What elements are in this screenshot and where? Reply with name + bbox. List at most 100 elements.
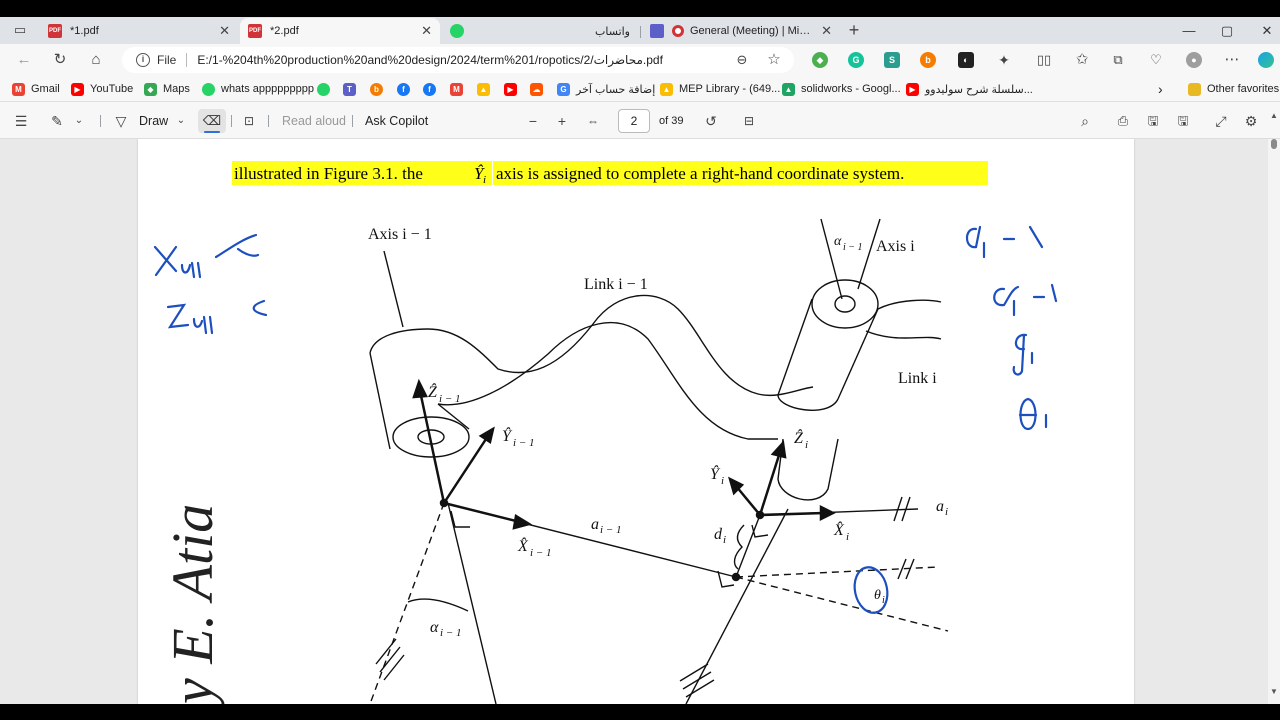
home-icon[interactable]: ⌂ xyxy=(86,50,106,70)
extension-b-icon: b xyxy=(370,82,383,96)
info-icon[interactable]: i xyxy=(136,53,150,67)
extension-icon[interactable]: ◆ xyxy=(812,52,828,68)
copilot-icon[interactable] xyxy=(1258,52,1274,68)
tab-whatsapp[interactable]: واتساب xyxy=(442,18,638,44)
extension-dark-icon[interactable]: ◐ xyxy=(958,52,974,68)
scrollbar-thumb[interactable] xyxy=(1271,139,1277,149)
close-window-button[interactable]: ✕ xyxy=(1244,17,1280,44)
tab-title: General (Meeting) | Microsoft Teams xyxy=(690,25,815,37)
label-a-curr: a xyxy=(936,498,944,515)
drive-icon: ▲ xyxy=(782,82,795,96)
bookmark-solidworks[interactable]: ▲ solidworks - Googl... xyxy=(782,81,901,97)
bookmark-b[interactable]: b xyxy=(370,81,389,97)
bookmark-facebook[interactable]: f xyxy=(397,81,416,97)
new-tab-button[interactable]: + xyxy=(844,20,864,40)
chevron-down-icon[interactable]: ⌄ xyxy=(172,112,190,130)
more-menu-icon[interactable]: ⋯ xyxy=(1222,50,1242,70)
save-as-icon[interactable]: 🖫 xyxy=(1174,112,1192,130)
bookmark-youtube-2[interactable]: ▶ xyxy=(504,81,523,97)
fullscreen-icon[interactable]: ⤢ xyxy=(1212,112,1230,130)
gmail-icon: M xyxy=(450,82,463,96)
bookmark-other-favorites[interactable]: Other favorites xyxy=(1188,81,1279,97)
rotate-icon[interactable]: ↺ xyxy=(702,112,720,130)
bookmark-maps[interactable]: ◆ Maps xyxy=(144,81,190,97)
label-d-curr: d xyxy=(714,526,723,543)
vertical-scrollbar[interactable]: ▲ ▼ xyxy=(1268,111,1280,704)
bookmark-teams[interactable]: T xyxy=(343,81,362,97)
facebook-icon: f xyxy=(423,82,436,96)
bookmark-gmail-2[interactable]: M xyxy=(450,81,469,97)
favorites-icon[interactable]: ✩ xyxy=(1072,50,1092,70)
page-total: of 39 xyxy=(659,115,684,127)
eraser-button[interactable]: ⌫ xyxy=(198,109,226,133)
bookmark-mep-library[interactable]: ▲ MEP Library - (649... xyxy=(660,81,780,97)
bookmark-youtube[interactable]: ▶ YouTube xyxy=(71,81,133,97)
bookmark-whatsapp-2[interactable] xyxy=(317,81,336,97)
tab-teams[interactable]: General (Meeting) | Microsoft Teams ✕ xyxy=(642,18,840,44)
draw-button[interactable]: Draw xyxy=(139,111,168,131)
extension-s-icon[interactable]: S xyxy=(884,52,900,68)
url-divider xyxy=(186,53,188,67)
zoom-icon[interactable]: ⊖ xyxy=(732,50,752,70)
label-d-curr-sub: i xyxy=(723,534,726,546)
url-text[interactable]: E:/1-%204th%20production%20and%20design/… xyxy=(197,53,663,67)
ask-copilot-button[interactable]: Ask Copilot xyxy=(365,111,428,131)
page-number-input[interactable]: 2 xyxy=(618,109,650,133)
grammarly-icon[interactable]: G xyxy=(848,52,864,68)
bookmark-solidworks-series[interactable]: ▶ سلسلة شرح سوليدوو... xyxy=(906,81,1033,97)
bookmark-label: Other favorites xyxy=(1207,83,1280,95)
split-screen-icon[interactable]: ▯▯ xyxy=(1034,50,1054,70)
close-tab-icon[interactable]: ✕ xyxy=(821,23,832,39)
address-bar-row: ← ↻ ⌂ i File E:/1-%204th%20production%20… xyxy=(0,44,1280,76)
close-tab-icon[interactable]: ✕ xyxy=(219,23,230,39)
bookmark-gmail[interactable]: M Gmail xyxy=(12,81,60,97)
avatar[interactable]: ● xyxy=(1186,52,1202,68)
extensions-icon[interactable]: ✦ xyxy=(994,50,1014,70)
scroll-down-icon[interactable]: ▼ xyxy=(1270,687,1278,696)
bookmarks-overflow-icon[interactable]: › xyxy=(1158,81,1163,97)
bookmark-facebook-2[interactable]: f xyxy=(423,81,442,97)
draw-icon[interactable]: ▽ xyxy=(112,112,130,130)
fit-page-icon[interactable]: ⇔ xyxy=(584,112,602,130)
highlight-icon[interactable]: ✎ xyxy=(48,112,66,130)
zoom-in-icon[interactable]: + xyxy=(553,112,571,130)
page-view-icon[interactable]: ⊟ xyxy=(740,112,758,130)
url-box[interactable]: i File E:/1-%204th%20production%20and%20… xyxy=(122,47,794,73)
print-icon[interactable]: ⎙ xyxy=(1114,112,1132,130)
contents-icon[interactable]: ☰ xyxy=(12,112,30,130)
close-tab-icon[interactable]: ✕ xyxy=(421,23,432,39)
tab-actions-icon[interactable]: ▭ xyxy=(10,20,30,40)
bookmark-drive[interactable]: ▲ xyxy=(477,81,496,97)
bookmark-soundcloud[interactable]: ☁ xyxy=(530,81,549,97)
label-a-curr-sub: i xyxy=(945,506,948,518)
tab-title: *1.pdf xyxy=(70,25,99,37)
scroll-up-icon[interactable]: ▲ xyxy=(1270,111,1278,120)
chevron-down-icon[interactable]: ⌄ xyxy=(70,112,88,130)
back-icon[interactable]: ← xyxy=(14,50,34,70)
label-link-prev: Link i − 1 xyxy=(584,276,648,293)
tab-2pdf[interactable]: PDF *2.pdf ✕ xyxy=(240,18,440,44)
search-icon[interactable]: ⌕ xyxy=(1076,112,1094,130)
bookmark-label: Gmail xyxy=(31,83,60,95)
refresh-icon[interactable]: ↻ xyxy=(50,50,70,70)
whatsapp-icon xyxy=(317,82,330,96)
read-aloud-button[interactable]: Read aloud xyxy=(282,111,346,131)
text-box-icon[interactable]: ⊡ xyxy=(240,112,258,130)
toolbar-divider xyxy=(352,115,353,127)
collections-icon[interactable]: ⧉ xyxy=(1108,50,1128,70)
save-icon[interactable]: 🖫 xyxy=(1144,112,1162,130)
caption-text-1: illustrated in Figure 3.1. the xyxy=(234,164,423,183)
tab-1pdf[interactable]: PDF *1.pdf ✕ xyxy=(40,18,238,44)
pdf-viewer[interactable]: illustrated in Figure 3.1. the Ŷ i axis … xyxy=(0,139,1280,704)
pdf-icon: PDF xyxy=(48,24,62,38)
label-z-curr: Ẑ xyxy=(794,428,804,447)
bookmark-add-account[interactable]: G إضافة حساب آخر xyxy=(557,81,655,97)
performance-icon[interactable]: ♡ xyxy=(1146,50,1166,70)
favorite-star-icon[interactable]: ☆ xyxy=(764,50,784,70)
bookmarks-bar: M Gmail ▶ YouTube ◆ Maps whats appppppppp T… xyxy=(0,76,1280,102)
teams-icon: T xyxy=(343,82,356,96)
zoom-out-icon[interactable]: − xyxy=(524,112,542,130)
extension-b-icon[interactable]: b xyxy=(920,52,936,68)
bookmark-whatsapp[interactable]: whats appppppppp xyxy=(202,81,314,97)
settings-gear-icon[interactable]: ⚙ xyxy=(1242,112,1260,130)
